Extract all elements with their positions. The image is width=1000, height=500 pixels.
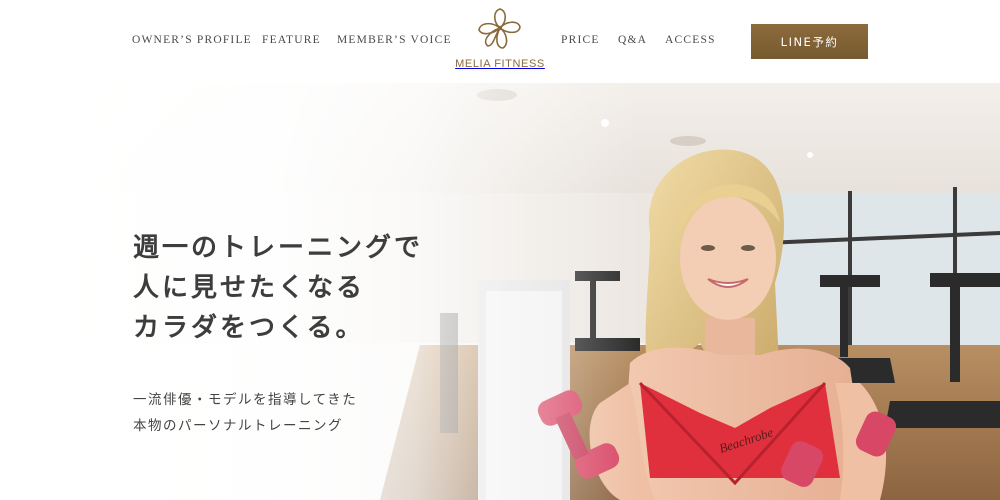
nav-price[interactable]: PRICE [561,34,600,46]
subcopy-line-2: 本物のパーソナルトレーニング [133,418,343,434]
headline-line-1: 週一のトレーニングで [133,233,424,263]
subcopy-line-1: 一流俳優・モデルを指導してきた [133,392,358,408]
headline-line-3: カラダをつくる。 [133,313,365,343]
flower-icon [478,8,521,49]
site-header: OWNER’S PROFILE FEATURE MEMBER’S VOICE M… [0,0,1000,83]
hero-headline: 週一のトレーニングで 人に見せたくなる カラダをつくる。 [133,235,423,341]
nav-owners-profile[interactable]: OWNER’S PROFILE [132,34,252,46]
logo[interactable]: MELIA FITNESS [449,6,551,78]
hero-subcopy: 一流俳優・モデルを指導してきた 本物のパーソナルトレーニング [133,387,357,439]
hero-section: Beachrobe 週一のトレーニングで 人に見せたくなる カラダをつくる。 一… [0,83,1000,500]
logo-text: MELIA FITNESS [455,58,545,70]
nav-access[interactable]: ACCESS [665,34,716,46]
headline-line-2: 人に見せたくなる [133,273,366,303]
line-reservation-button[interactable]: LINE予約 [751,24,868,59]
nav-qa[interactable]: Q&A [618,34,647,46]
nav-feature[interactable]: FEATURE [262,34,321,46]
nav-members-voice[interactable]: MEMBER’S VOICE [337,34,452,46]
